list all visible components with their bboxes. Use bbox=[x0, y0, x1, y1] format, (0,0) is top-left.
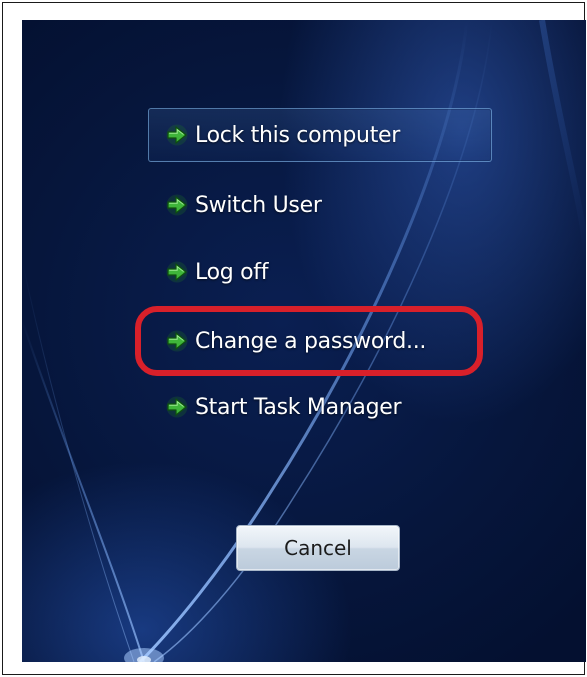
log-off-label: Log off bbox=[195, 259, 269, 285]
lock-computer-label: Lock this computer bbox=[195, 122, 400, 148]
highlight-annotation-ring bbox=[135, 306, 483, 376]
switch-user-label: Switch User bbox=[195, 192, 322, 218]
switch-user-option[interactable]: Switch User bbox=[148, 178, 492, 232]
cancel-button-label: Cancel bbox=[284, 536, 352, 560]
green-arrow-icon bbox=[166, 124, 188, 146]
start-task-manager-label: Start Task Manager bbox=[195, 394, 402, 420]
security-screen: Lock this computer Switch User Log off C… bbox=[22, 20, 586, 662]
green-arrow-icon bbox=[166, 194, 188, 216]
lock-computer-option[interactable]: Lock this computer bbox=[148, 108, 492, 162]
green-arrow-icon bbox=[166, 396, 188, 418]
green-arrow-icon bbox=[166, 261, 188, 283]
start-task-manager-option[interactable]: Start Task Manager bbox=[148, 380, 492, 434]
log-off-option[interactable]: Log off bbox=[148, 245, 492, 299]
cancel-button[interactable]: Cancel bbox=[236, 525, 400, 571]
